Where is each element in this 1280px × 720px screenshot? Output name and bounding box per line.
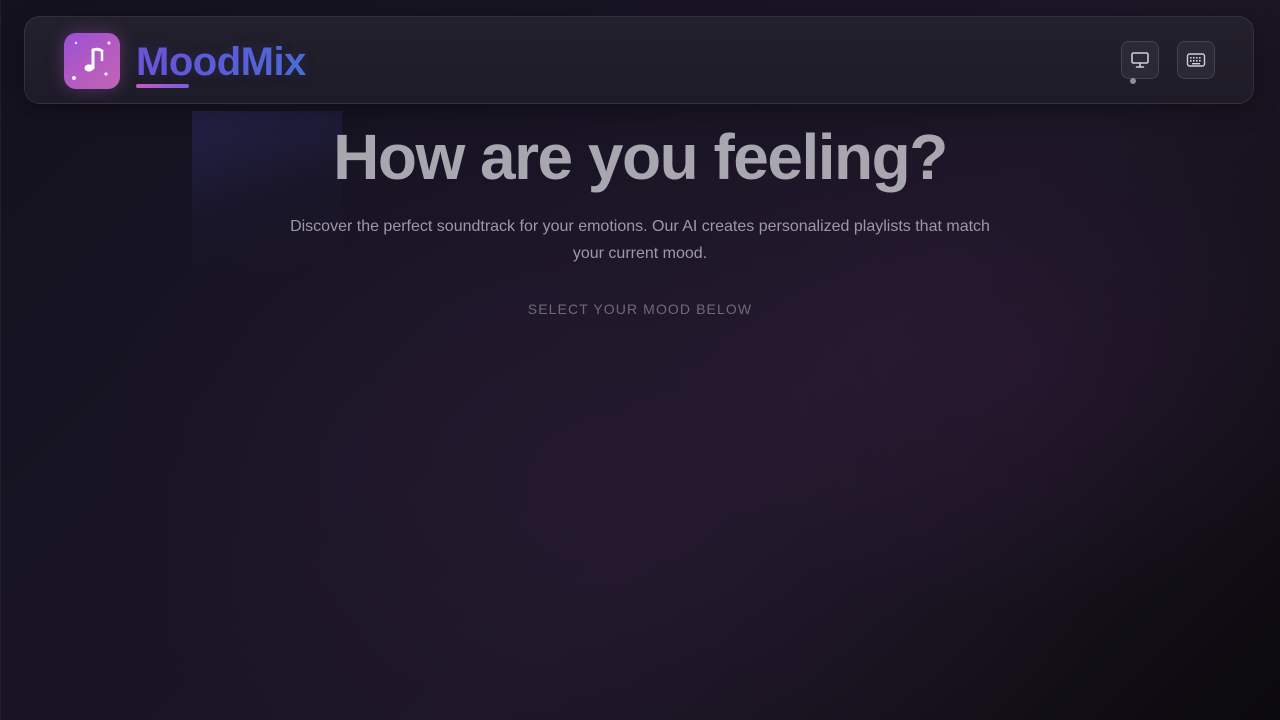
- hero-description: Discover the perfect soundtrack for your…: [290, 218, 990, 262]
- page-left-edge: [0, 0, 1, 720]
- status-indicator: [1130, 78, 1136, 84]
- monitor-icon: [1131, 52, 1149, 68]
- display-mode-button[interactable]: [1121, 41, 1159, 79]
- music-note-icon[interactable]: [64, 33, 120, 89]
- mood-select-hint: SELECT YOUR MOOD BELOW: [527, 301, 753, 317]
- hero-title: How are you feeling?: [333, 121, 948, 193]
- app-header: MoodMix: [24, 16, 1254, 104]
- title-underline: [136, 84, 189, 88]
- keyboard-shortcuts-button[interactable]: [1177, 41, 1215, 79]
- app-title: MoodMix: [136, 40, 306, 84]
- keyboard-icon: [1186, 53, 1206, 67]
